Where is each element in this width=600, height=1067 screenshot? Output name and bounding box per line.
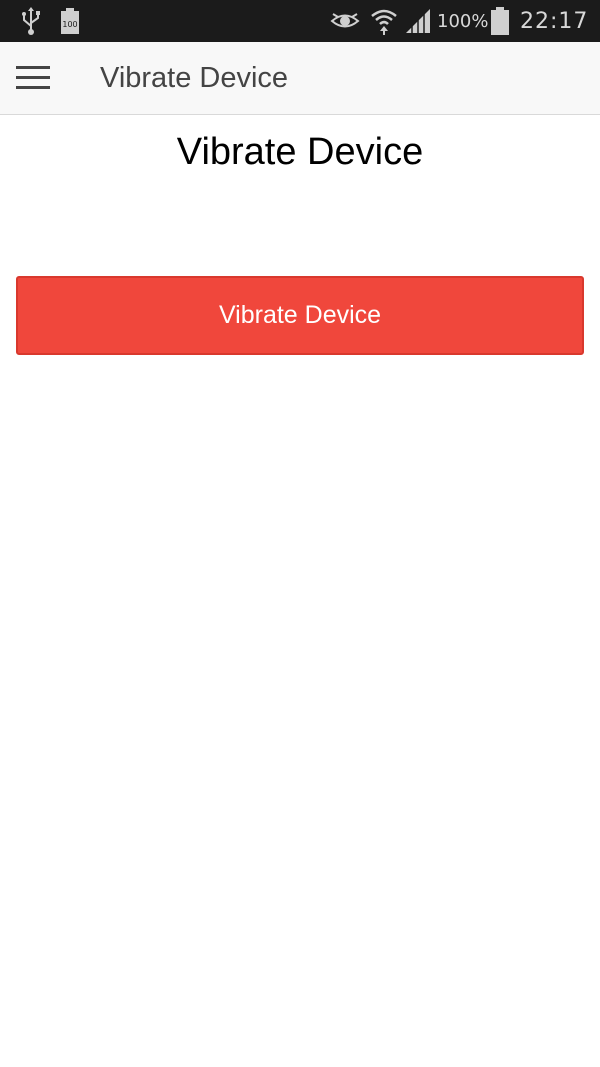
battery-full-icon: 100 [60,0,84,42]
menu-icon [16,66,50,89]
page-heading: Vibrate Device [176,131,424,173]
app-bar-title: Vibrate Device [100,62,289,94]
app-bar: Vibrate Device [0,42,600,115]
vibrate-device-button[interactable]: Vibrate Device [16,276,584,355]
usb-icon [20,0,44,42]
battery-small-label: 100 [62,20,77,29]
wifi-icon [370,0,400,42]
battery-icon [490,0,514,42]
eye-icon [330,0,362,42]
status-bar: 100 100% 22:17 [0,0,600,42]
battery-percent: 100% [437,10,489,32]
signal-icon [404,0,434,42]
status-time: 22:17 [520,8,589,34]
menu-button[interactable] [10,56,56,100]
